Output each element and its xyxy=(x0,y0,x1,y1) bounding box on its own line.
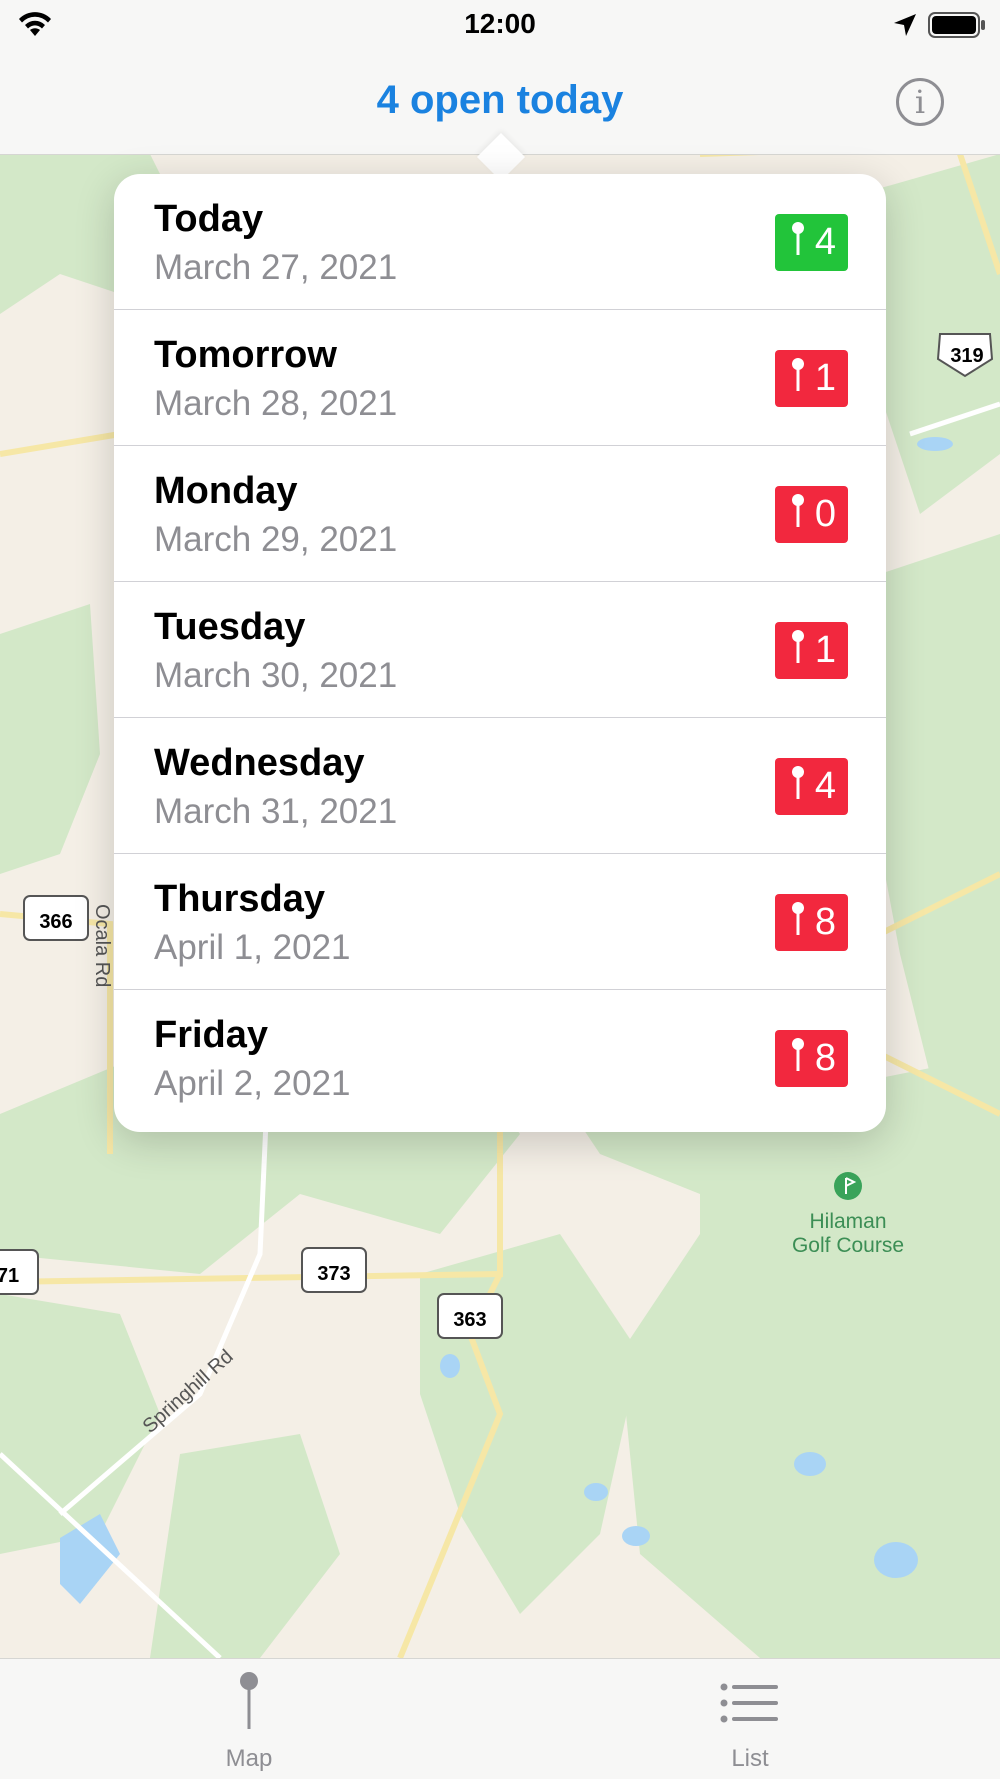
badge-count: 1 xyxy=(814,357,836,399)
battery-icon xyxy=(928,12,986,43)
day-row-1[interactable]: Tomorrow March 28, 2021 1 xyxy=(114,310,886,446)
shield-fl-366: 366 xyxy=(23,895,89,941)
badge-count: 8 xyxy=(814,1037,836,1079)
badge-count: 4 xyxy=(814,765,836,807)
tab-map-label: Map xyxy=(225,1745,273,1772)
day-date: March 30, 2021 xyxy=(154,656,398,695)
tab-list-label: List xyxy=(731,1745,769,1772)
tab-list[interactable]: List xyxy=(650,1659,850,1779)
open-count-badge: 1 xyxy=(774,622,848,679)
day-name: Wednesday xyxy=(154,742,365,784)
day-date: April 2, 2021 xyxy=(154,1064,351,1103)
pin-icon xyxy=(791,221,805,265)
location-arrow-icon xyxy=(892,12,918,43)
shield-label-366: 366 xyxy=(39,911,72,933)
badge-count: 0 xyxy=(814,493,836,535)
info-icon[interactable]: i xyxy=(896,78,944,126)
pin-icon xyxy=(791,357,805,401)
day-date: March 29, 2021 xyxy=(154,520,398,559)
shield-label-373: 373 xyxy=(317,1263,350,1285)
open-count-badge: 8 xyxy=(774,1030,848,1087)
badge-count: 8 xyxy=(814,901,836,943)
badge-count: 4 xyxy=(814,221,836,263)
status-bar: 12:00 xyxy=(0,0,1000,50)
open-count-badge: 4 xyxy=(774,758,848,815)
street-label-ocala-rd: Ocala Rd xyxy=(91,904,113,987)
shield-label-71: 71 xyxy=(0,1265,19,1287)
tab-bar: Map List xyxy=(0,1658,1000,1779)
golf-label-line1: Hilaman xyxy=(809,1210,886,1233)
list-icon xyxy=(720,1683,780,1728)
day-date: March 27, 2021 xyxy=(154,248,398,287)
day-name: Thursday xyxy=(154,878,326,920)
day-row-0[interactable]: Today March 27, 2021 4 xyxy=(114,174,886,310)
day-name: Tomorrow xyxy=(154,334,337,376)
day-row-3[interactable]: Tuesday March 30, 2021 1 xyxy=(114,582,886,718)
day-popover: Today March 27, 2021 4 Tomorrow March 28… xyxy=(114,174,886,1132)
nav-title[interactable]: 4 open today xyxy=(0,78,1000,123)
badge-count: 1 xyxy=(814,629,836,671)
day-name: Tuesday xyxy=(154,606,306,648)
shield-fl-373: 373 xyxy=(301,1247,367,1293)
shield-label-319: 319 xyxy=(950,345,983,367)
day-name: Monday xyxy=(154,470,298,512)
open-count-badge: 1 xyxy=(774,350,848,407)
open-count-badge: 4 xyxy=(774,214,848,271)
top-bar: 12:00 4 open today i xyxy=(0,0,1000,155)
day-row-6[interactable]: Friday April 2, 2021 8 xyxy=(114,990,886,1126)
day-name: Friday xyxy=(154,1014,269,1056)
pin-icon xyxy=(791,901,805,945)
pin-icon xyxy=(791,629,805,673)
day-row-5[interactable]: Thursday April 1, 2021 8 xyxy=(114,854,886,990)
tab-map[interactable]: Map xyxy=(149,1659,349,1779)
day-date: March 28, 2021 xyxy=(154,384,398,423)
open-count-badge: 0 xyxy=(774,486,848,543)
day-date: April 1, 2021 xyxy=(154,928,351,967)
day-name: Today xyxy=(154,198,264,240)
map-pin-icon xyxy=(237,1671,261,1736)
status-time: 12:00 xyxy=(464,8,536,39)
golf-label-line2: Golf Course xyxy=(792,1234,904,1257)
pin-icon xyxy=(791,765,805,809)
day-row-4[interactable]: Wednesday March 31, 2021 4 xyxy=(114,718,886,854)
pin-icon xyxy=(791,493,805,537)
pin-icon xyxy=(791,1037,805,1081)
shield-fl-71: 71 xyxy=(0,1249,39,1295)
day-date: March 31, 2021 xyxy=(154,792,398,831)
day-row-2[interactable]: Monday March 29, 2021 0 xyxy=(114,446,886,582)
shield-label-363: 363 xyxy=(453,1309,486,1331)
shield-fl-363: 363 xyxy=(437,1293,503,1339)
open-count-badge: 8 xyxy=(774,894,848,951)
